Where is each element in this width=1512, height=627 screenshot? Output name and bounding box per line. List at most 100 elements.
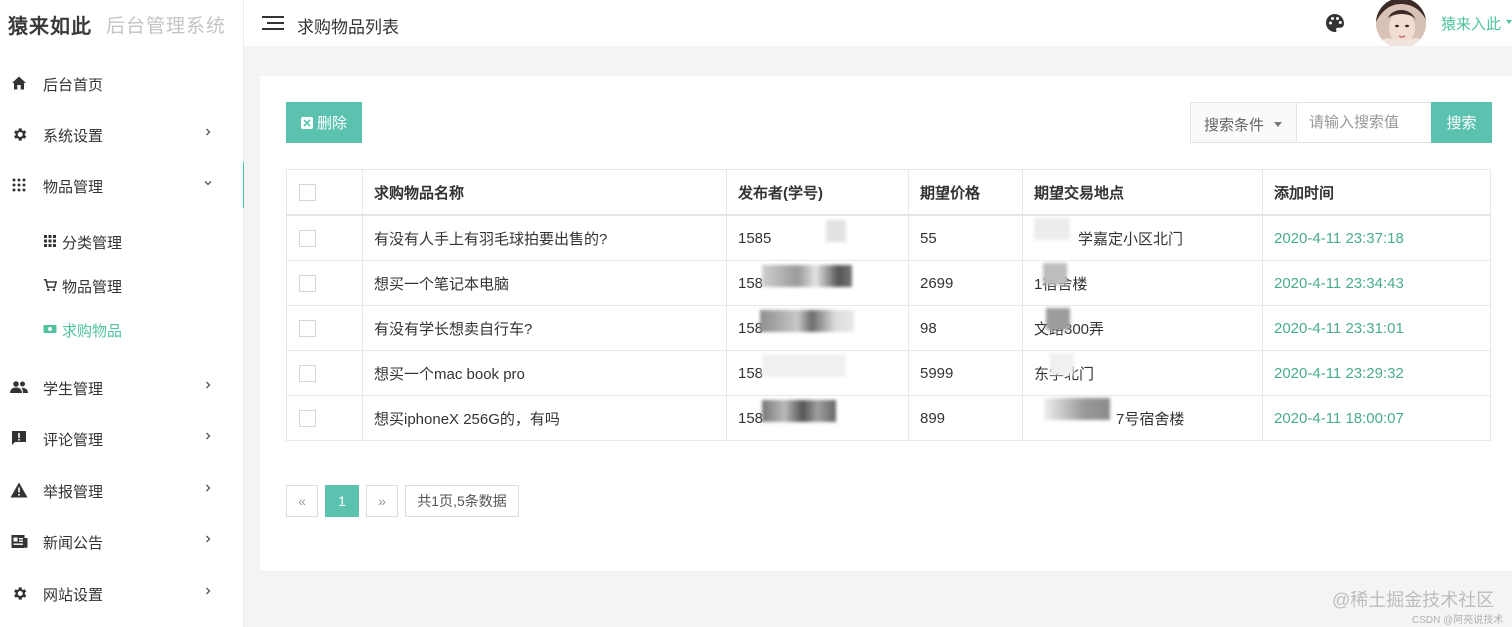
cart-icon xyxy=(43,278,57,292)
pagination-prev[interactable]: « xyxy=(286,485,318,517)
location-cell: 文路300弄 xyxy=(1022,305,1263,351)
table-row[interactable]: 有没有人手上有羽毛球拍要出售的? 1585 55 学嘉定小区北门 2020-4-… xyxy=(286,214,1491,261)
location-text-wrap: 7号宿舍楼 xyxy=(1034,397,1184,429)
sidebar: 猿来如此 后台管理系统 后台首页 系统设置 物品管理 分类管理 物品管理 求购物… xyxy=(0,0,246,627)
sidebar-item-label: 后台首页 xyxy=(43,77,104,94)
redaction-mask xyxy=(760,309,854,332)
row-checkbox[interactable] xyxy=(299,319,316,337)
publisher-cell: 158 xyxy=(726,260,909,306)
sidebar-item-home[interactable]: 后台首页 xyxy=(0,60,243,106)
column-header: 发布者(学号) xyxy=(726,169,909,216)
caret-down-icon[interactable] xyxy=(1506,20,1512,24)
sidebar-subitem-label: 分类管理 xyxy=(62,235,123,252)
header-cell-select xyxy=(286,169,363,216)
table-row[interactable]: 想买一个mac book pro 158 5999 东学北门 2020-4-11… xyxy=(286,350,1491,396)
redaction-mask xyxy=(1043,262,1067,285)
location-cell: 学嘉定小区北门 xyxy=(1022,214,1263,261)
row-checkbox[interactable] xyxy=(299,229,316,247)
gear-icon xyxy=(9,124,29,144)
delete-button-label: 删除 xyxy=(316,115,347,132)
menu-toggle-icon[interactable] xyxy=(262,13,284,33)
pagination-info: 共1页,5条数据 xyxy=(405,485,519,517)
redaction-mask xyxy=(826,219,846,242)
sidebar-item-items-management[interactable]: 物品管理 xyxy=(0,162,246,208)
sidebar-item-label: 物品管理 xyxy=(43,179,104,196)
home-icon xyxy=(9,73,29,93)
row-select-cell xyxy=(286,260,363,306)
logo: 猿来如此 后台管理系统 xyxy=(0,0,243,46)
delete-button[interactable]: 删除 xyxy=(286,102,362,143)
price-cell: 2699 xyxy=(908,260,1023,306)
row-checkbox[interactable] xyxy=(299,274,316,292)
search-button[interactable]: 搜索 xyxy=(1431,102,1492,143)
sidebar-item-site-settings[interactable]: 网站设置 xyxy=(0,570,243,616)
sidebar-subitem-label: 求购物品 xyxy=(62,323,123,340)
location-text-wrap: 学嘉定小区北门 xyxy=(1034,217,1184,249)
publisher-id: 158 xyxy=(738,354,846,382)
data-table: 求购物品名称 发布者(学号) 期望价格 期望交易地点 添加时间 有没有人手上有羽… xyxy=(286,169,1491,441)
item-name-cell: 想买一个mac book pro xyxy=(362,350,727,396)
sidebar-item-students[interactable]: 学生管理 xyxy=(0,364,243,410)
sidebar-item-label: 网站设置 xyxy=(43,587,104,604)
sidebar-item-label: 评论管理 xyxy=(43,432,104,449)
select-all-checkbox[interactable] xyxy=(299,183,316,201)
publisher-id-text: 158 xyxy=(738,274,764,292)
price-cell: 5999 xyxy=(908,350,1023,396)
sidebar-item-reports[interactable]: 举报管理 xyxy=(0,467,243,513)
sidebar-subitem-wanted-items[interactable]: 求购物品 xyxy=(0,312,243,348)
avatar[interactable] xyxy=(1376,0,1426,48)
logo-main-text: 猿来如此 xyxy=(8,14,92,38)
sidebar-subitem-categories[interactable]: 分类管理 xyxy=(0,224,243,260)
money-icon xyxy=(43,322,57,336)
table-row[interactable]: 想买iphoneX 256G的，有吗 158 899 7号宿舍楼 2020-4-… xyxy=(286,395,1491,441)
user-name[interactable]: 猿来入此 xyxy=(1441,13,1501,34)
time-cell: 2020-4-11 23:29:32 xyxy=(1262,350,1491,396)
chevron-right-icon xyxy=(206,587,211,595)
page-title: 求购物品列表 xyxy=(297,18,399,37)
logo-sub-text: 后台管理系统 xyxy=(106,16,227,37)
palette-icon[interactable] xyxy=(1324,12,1346,34)
location-text: 学嘉定小区北门 xyxy=(1078,230,1184,248)
column-header: 求购物品名称 xyxy=(362,169,727,216)
chevron-down-icon xyxy=(204,181,212,186)
search-condition-dropdown[interactable]: 搜索条件 xyxy=(1191,103,1297,142)
publisher-cell: 158 xyxy=(726,305,909,351)
redaction-mask xyxy=(762,399,836,422)
price-cell: 899 xyxy=(908,395,1023,441)
chevron-right-icon xyxy=(206,484,211,492)
warning-icon xyxy=(9,480,29,500)
watermark-text: @稀土掘金技术社区 xyxy=(1332,590,1495,610)
watermark-subtext: CSDN @阿亮说技术 xyxy=(1412,615,1504,626)
redaction-mask xyxy=(1050,352,1074,375)
location-cell: 东学北门 xyxy=(1022,350,1263,396)
row-checkbox[interactable] xyxy=(299,364,316,382)
search-condition-label: 搜索条件 xyxy=(1204,117,1265,134)
time-cell: 2020-4-11 23:34:43 xyxy=(1262,260,1491,306)
location-cell: 7号宿舍楼 xyxy=(1022,395,1263,441)
sidebar-item-comments[interactable]: 评论管理 xyxy=(0,415,243,461)
item-name-cell: 想买一个笔记本电脑 xyxy=(362,260,727,306)
redaction-mask xyxy=(1046,307,1070,330)
publisher-id-text: 158 xyxy=(738,364,764,382)
publisher-id: 158 xyxy=(738,309,854,337)
time-cell: 2020-4-11 23:31:01 xyxy=(1262,305,1491,351)
table-header-row: 求购物品名称 发布者(学号) 期望价格 期望交易地点 添加时间 xyxy=(286,169,1491,216)
sidebar-item-news[interactable]: 新闻公告 xyxy=(0,518,243,564)
row-checkbox[interactable] xyxy=(299,409,316,427)
redaction-mask xyxy=(762,264,852,287)
redaction-mask xyxy=(1034,217,1070,240)
chevron-right-icon xyxy=(206,128,211,136)
table-row[interactable]: 想买一个笔记本电脑 158 2699 1宿舍楼 2020-4-11 23:34:… xyxy=(286,260,1491,306)
pagination-next[interactable]: » xyxy=(366,485,398,517)
time-cell: 2020-4-11 23:37:18 xyxy=(1262,214,1491,261)
row-select-cell xyxy=(286,395,363,441)
sidebar-subitem-items[interactable]: 物品管理 xyxy=(0,268,243,304)
sidebar-item-system-settings[interactable]: 系统设置 xyxy=(0,111,243,157)
table-row[interactable]: 有没有学长想卖自行车? 158 98 文路300弄 2020-4-11 23:3… xyxy=(286,305,1491,351)
pagination-page[interactable]: 1 xyxy=(325,485,359,517)
item-name-cell: 有没有学长想卖自行车? xyxy=(362,305,727,351)
publisher-id-text: 158 xyxy=(738,409,764,427)
column-header: 添加时间 xyxy=(1262,169,1491,216)
search-input[interactable] xyxy=(1297,103,1431,142)
publisher-id: 158 xyxy=(738,264,852,292)
